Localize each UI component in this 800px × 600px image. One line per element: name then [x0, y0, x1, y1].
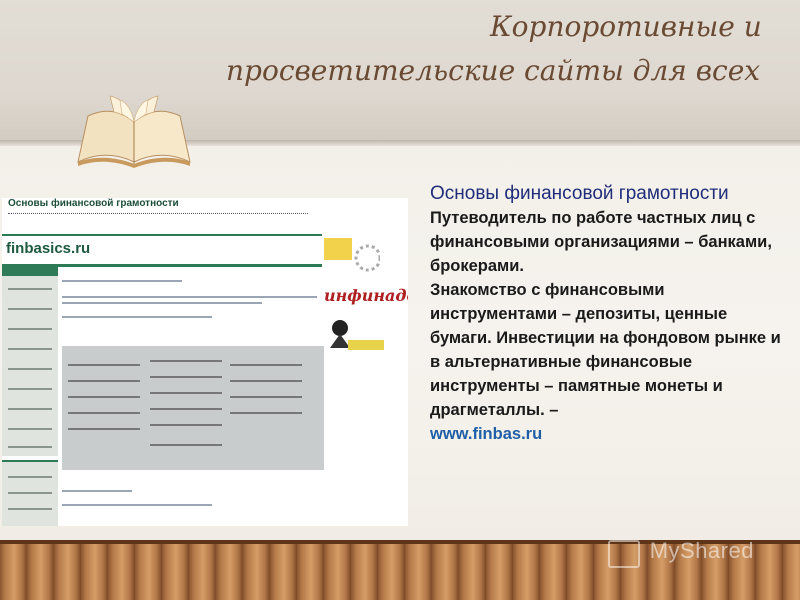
sidebar-line: [8, 446, 52, 448]
screenshot-site-title: Основы финансовой грамотности: [8, 198, 179, 209]
sidebar-line: [8, 308, 52, 310]
content-heading: Основы финансовой грамотности: [430, 183, 729, 204]
screenshot-content-panel: [62, 346, 324, 470]
sidebar-line: [8, 476, 52, 478]
main-text-line: [62, 302, 262, 304]
open-book-icon: [77, 95, 191, 168]
main-text-line: [62, 490, 132, 492]
content-paragraph-1: Путеводитель по работе частных лиц с фин…: [430, 209, 772, 275]
panel-line: [68, 380, 140, 382]
screenshot-sidebar-2: [2, 462, 58, 526]
sidebar-line: [8, 408, 52, 410]
panel-line: [150, 444, 222, 446]
screenshot-ad-logo: [324, 314, 386, 354]
panel-line: [150, 408, 222, 410]
watermark: MyShared: [610, 538, 754, 564]
slide-title-line-1: Корпоротивные и: [490, 10, 762, 43]
screenshot-top-links: [8, 213, 308, 218]
panel-line: [68, 364, 140, 366]
panel-line: [150, 376, 222, 378]
screenshot-sidebar: [2, 276, 58, 456]
main-text-line: [62, 296, 317, 298]
website-screenshot: Основы финансовой грамотности finbasics.…: [2, 198, 408, 526]
sidebar-line: [8, 328, 52, 330]
content-paragraph-2: Знакомство с финансовыми инструментами –…: [430, 281, 781, 419]
sidebar-line: [8, 288, 52, 290]
panel-line: [68, 412, 140, 414]
main-text-line: [62, 316, 212, 318]
sidebar-line: [8, 368, 52, 370]
panel-line: [230, 396, 302, 398]
panel-line: [230, 412, 302, 414]
sidebar-line: [8, 492, 52, 494]
watermark-text: MyShared: [649, 538, 754, 563]
screenshot-menu-header: [2, 266, 58, 276]
slide-title-line-2: просветительские сайты для всех: [226, 54, 761, 87]
panel-line: [150, 424, 222, 426]
panel-line: [150, 360, 222, 362]
main-text-line: [62, 280, 182, 282]
sidebar-line: [8, 348, 52, 350]
sidebar-line: [8, 428, 52, 430]
description-block: Основы финансовой грамотности Путеводите…: [430, 182, 790, 446]
main-text-line: [62, 504, 212, 506]
panel-line: [150, 392, 222, 394]
site-link[interactable]: www.finbas.ru: [430, 422, 790, 446]
panel-line: [230, 364, 302, 366]
sidebar-line: [8, 508, 52, 510]
panel-line: [230, 380, 302, 382]
panel-line: [68, 396, 140, 398]
screenshot-ad-text: инфинадо: [324, 286, 408, 305]
screenshot-ad-banner: [324, 238, 380, 272]
panel-line: [68, 428, 140, 430]
screenshot-logo: finbasics.ru: [6, 240, 91, 257]
sidebar-line: [8, 388, 52, 390]
